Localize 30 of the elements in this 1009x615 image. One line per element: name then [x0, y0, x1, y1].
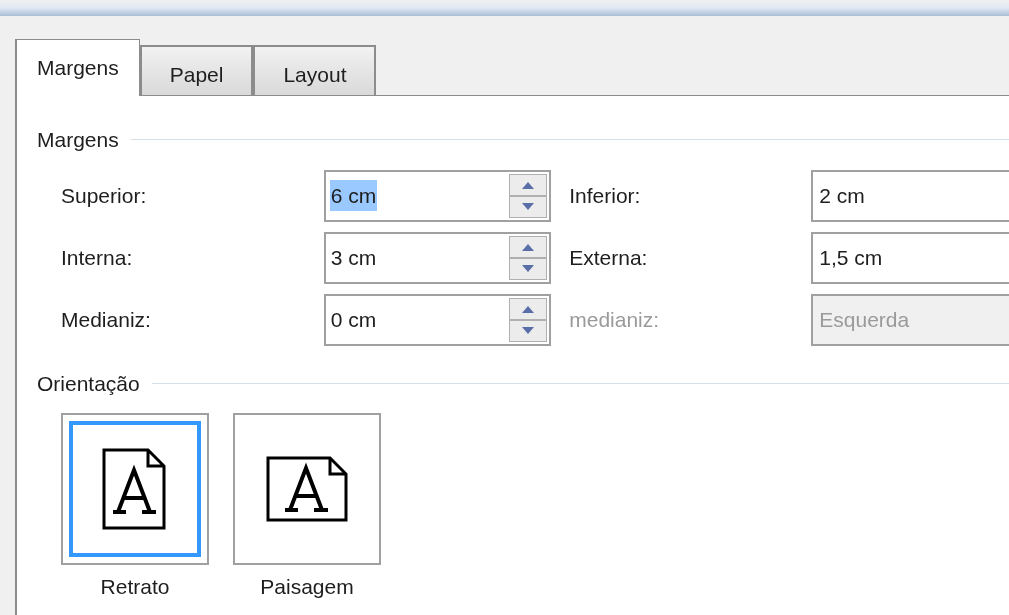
field-label: Inferior:	[568, 182, 642, 209]
field-label: Interna:	[61, 244, 134, 271]
field-label: Medianiz:	[61, 306, 152, 333]
spin-up-icon[interactable]	[509, 173, 548, 196]
spin-up-icon[interactable]	[509, 235, 548, 258]
tab[interactable]: Margens	[15, 39, 140, 96]
landscape-page-icon	[264, 454, 350, 524]
field-label: Externa:	[568, 244, 649, 271]
input-field[interactable]: 2 cm	[811, 169, 1009, 222]
option-label: Paisagem	[260, 574, 354, 600]
field-label: Superior:	[61, 182, 148, 209]
spin-down-icon[interactable]	[509, 257, 548, 280]
tab[interactable]: Layout	[253, 45, 377, 95]
field-value: 6 cm	[329, 179, 378, 212]
field-label: medianiz:	[568, 306, 661, 333]
spinner-field[interactable]: 0 cm	[323, 293, 552, 346]
orientation-button[interactable]	[61, 413, 209, 565]
option-label: Retrato	[100, 574, 170, 600]
field-value: 0 cm	[329, 306, 378, 333]
section-heading: Margens	[37, 127, 119, 153]
spin-up-icon[interactable]	[509, 297, 548, 320]
section-heading: Orientação	[37, 370, 140, 397]
input-field[interactable]: 1,5 cm	[811, 231, 1009, 284]
spinner-field[interactable]: 3 cm	[323, 231, 552, 284]
spin-down-icon[interactable]	[509, 195, 548, 218]
orientation-button[interactable]	[233, 413, 381, 565]
spinner-field[interactable]: 6 cm	[323, 169, 552, 222]
field-value: 3 cm	[329, 244, 378, 271]
spin-down-icon[interactable]	[509, 319, 548, 342]
tab[interactable]: Papel	[139, 45, 254, 95]
